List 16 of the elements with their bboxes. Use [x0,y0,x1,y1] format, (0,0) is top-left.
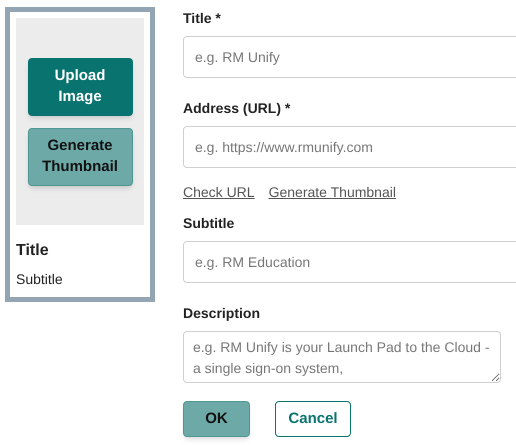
description-field[interactable]: e.g. RM Unify is your Launch Pad to the Cloud - a single sign-on system, [183,331,501,383]
text-field[interactable]: e.g. RM Unify [183,36,516,78]
generate-thumbnail-button[interactable]: Generate Thumbnail [28,128,132,186]
upload-image-button[interactable]: Upload Image [28,58,132,116]
preview-title: Title [16,241,50,261]
link[interactable]: Check URL [183,182,255,203]
cancel-button[interactable]: Cancel [275,401,351,437]
field-label: Title * [183,9,222,28]
text-field[interactable]: e.g. https://www.rmunify.com [183,126,516,168]
ok-button[interactable]: OK [183,401,250,437]
link[interactable]: Generate Thumbnail [268,182,396,203]
preview-subtitle: Subtitle [16,270,64,289]
field-label: Subtitle [183,214,236,233]
text-field[interactable]: e.g. RM Education [183,241,516,283]
field-label: Address (URL) * [183,99,292,118]
field-label: Description [183,304,262,323]
